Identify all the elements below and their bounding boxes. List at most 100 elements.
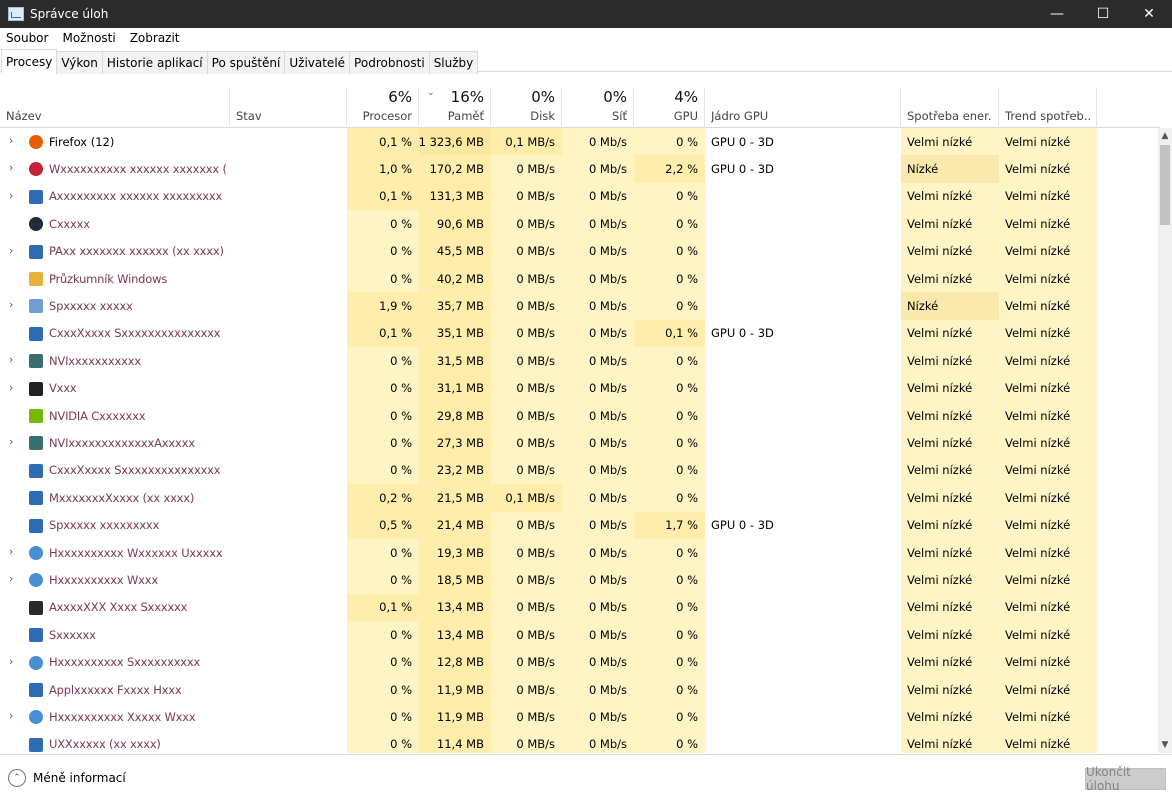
table-row[interactable]: NVIDIA Cxxxxxxx 0 % 29,8 MB 0 MB/s 0 Mb/s 0 %… [0,402,1158,430]
table-row[interactable]: Sxxxxxx 0 % 13,4 MB 0 MB/s 0 Mb/s 0 % Velmi ní… [0,621,1158,649]
table-row[interactable]: CxxxXxxxx Sxxxxxxxxxxxxxxx 0,1 % 35,1 MB 0 … [0,319,1158,348]
cell-net: 0 Mb/s [562,456,634,485]
cell-power: Velmi nízké [901,182,999,211]
table-row[interactable]: › Hxxxxxxxxxx Sxxxxxxxxxx 0 % 12,8 MB 0 MB/s… [0,648,1158,676]
tab-startup[interactable]: Po spuštění [206,51,286,74]
fewer-details-link[interactable]: ⌃ Méně informací [8,769,126,787]
dark-square-icon [29,600,43,615]
vertical-scrollbar[interactable]: ▲ ▼ [1158,128,1172,753]
tab-users[interactable]: Uživatelé [284,51,351,74]
cell-trend: Velmi nízké [999,730,1097,753]
cell-power: Velmi nízké [901,593,999,622]
table-row[interactable]: › NVIxxxxxxxxxxxxxAxxxxx 0 % 27,3 MB 0 MB/s 0… [0,429,1158,457]
terminal-icon [29,381,43,396]
cell-mem: 11,9 MB [419,703,491,731]
chevron-right-icon[interactable]: › [9,135,19,146]
table-row[interactable]: › Hxxxxxxxxxx Xxxxx Wxxx 0 % 11,9 MB 0 MB/s 0… [0,703,1158,731]
column-gpu-engine[interactable]: Jádro GPU [705,88,901,128]
cell-trend: Velmi nízké [999,347,1097,375]
table-row[interactable]: › Spxxxxx xxxxx 1,9 % 35,7 MB 0 MB/s 0 Mb/s 0 … [0,292,1158,320]
column-power-usage-label: Spotřeba ener... [907,109,992,123]
cell-mem: 45,5 MB [419,237,491,265]
menu-file[interactable]: Soubor [6,31,48,45]
scroll-down-icon[interactable]: ▼ [1158,737,1172,753]
column-power-trend[interactable]: Trend spotřeb... [999,88,1097,128]
tab-performance[interactable]: Výkon [56,51,103,74]
column-disk[interactable]: 0% Disk [491,88,562,128]
cell-net: 0 Mb/s [562,265,634,293]
cell-power: Nízké [901,292,999,320]
cell-disk: 0 MB/s [491,511,562,539]
cell-net: 0 Mb/s [562,621,634,649]
chevron-right-icon[interactable]: › [9,245,19,256]
chevron-right-icon[interactable]: › [9,354,19,365]
table-row[interactable]: › Axxxxxxxxx xxxxxx xxxxxxxxx 0,1 % 131,3 M… [0,182,1158,211]
cell-power: Nízké [901,155,999,183]
table-row[interactable]: AxxxxXXX Xxxx Sxxxxxx 0,1 % 13,4 MB 0 MB/s 0… [0,593,1158,622]
column-cpu[interactable]: 6% Procesor [347,88,419,128]
chevron-right-icon[interactable]: › [9,436,19,447]
cell-gpu: 0 % [634,566,705,594]
chevron-right-icon[interactable]: › [9,299,19,310]
process-name: Hxxxxxxxxxx Wxxxxxx Uxxxxx [49,545,223,560]
cell-net: 0 Mb/s [562,155,634,183]
column-power-usage[interactable]: Spotřeba ener... [901,88,999,128]
process-name: Wxxxxxxxxxx xxxxxx xxxxxxx ( [49,162,227,177]
chevron-right-icon[interactable]: › [9,710,19,721]
table-row[interactable]: › Wxxxxxxxxxx xxxxxx xxxxxxx (1,0 % 170,2 … [0,155,1158,183]
table-row[interactable]: › NVIxxxxxxxxxxx 0 % 31,5 MB 0 MB/s 0 Mb/s 0 %… [0,347,1158,375]
table-row[interactable]: › Firefox (12) 0,1 % 1 323,6 MB 0,1 MB/s 0 Mb… [0,128,1158,156]
column-network-label: Síť [611,109,627,123]
table-row[interactable]: MxxxxxxxXxxxx (xx xxxx) 0,2 % 21,5 MB 0,1 M… [0,484,1158,512]
chevron-right-icon[interactable]: › [9,190,19,201]
cell-power: Velmi nízké [901,128,999,156]
cell-power: Velmi nízké [901,237,999,265]
tab-app-history[interactable]: Historie aplikací [101,51,208,74]
tab-processes[interactable]: Procesy [1,49,58,73]
table-row[interactable]: Cxxxxx 0 % 90,6 MB 0 MB/s 0 Mb/s 0 % Velmi níz… [0,210,1158,238]
cell-engine [705,649,901,676]
cell-power: Velmi nízké [901,621,999,649]
cell-mem: 90,6 MB [419,210,491,238]
gear-icon [29,655,43,670]
cell-gpu: 0 % [634,265,705,293]
column-status[interactable]: Stav [230,88,347,128]
column-network[interactable]: 0% Síť [562,88,634,128]
gear-icon [29,573,43,588]
table-row[interactable]: Applxxxxxx Fxxxx Hxxx 0 % 11,9 MB 0 MB/s 0 M… [0,676,1158,704]
column-name[interactable]: Název [0,88,230,128]
table-row[interactable]: CxxxXxxxx Sxxxxxxxxxxxxxxx 0 % 23,2 MB 0 MB… [0,456,1158,485]
maximize-button[interactable]: ☐ [1080,0,1126,28]
close-button[interactable]: ✕ [1126,0,1172,28]
chevron-right-icon[interactable]: › [9,573,19,584]
chevron-right-icon[interactable]: › [9,162,19,173]
table-row[interactable]: › Hxxxxxxxxxx Wxxxxxx Uxxxxx 0 % 19,3 MB 0 M… [0,539,1158,567]
end-task-button[interactable]: Ukončit úlohu [1085,765,1166,793]
cell-cpu: 0,5 % [347,511,419,539]
cell-cpu: 0 % [347,210,419,238]
table-row[interactable]: › Hxxxxxxxxxx Wxxx 0 % 18,5 MB 0 MB/s 0 Mb/s 0… [0,566,1158,594]
column-memory[interactable]: ⌄ 16% Paměť [419,88,491,128]
cell-mem: 27,3 MB [419,429,491,457]
cell-disk: 0 MB/s [491,265,562,293]
table-row[interactable]: › PAxx xxxxxxx xxxxxx (xx xxxx) 0 % 45,5 MB… [0,237,1158,265]
minimize-button[interactable]: — [1034,0,1080,28]
table-row[interactable]: Spxxxxx xxxxxxxxx 0,5 % 21,4 MB 0 MB/s 0 Mb/… [0,511,1158,539]
tab-details[interactable]: Podrobnosti [349,51,430,74]
tab-services[interactable]: Služby [428,51,479,74]
table-row[interactable]: UXXxxxxx (xx xxxx) 0 % 11,4 MB 0 MB/s 0 Mb/s… [0,730,1158,753]
cell-trend: Velmi nízké [999,182,1097,211]
cell-trend: Velmi nízké [999,128,1097,156]
menu-options[interactable]: Možnosti [62,31,115,45]
scroll-up-icon[interactable]: ▲ [1158,128,1172,144]
table-row[interactable]: › Vxxx 0 % 31,1 MB 0 MB/s 0 Mb/s 0 % Velmi nízk… [0,374,1158,402]
cell-gpu: 0,1 % [634,319,705,348]
scrollbar-thumb[interactable] [1160,145,1170,225]
chevron-right-icon[interactable]: › [9,382,19,393]
menu-view[interactable]: Zobrazit [130,31,180,45]
chevron-right-icon[interactable]: › [9,656,19,667]
table-row[interactable]: Průzkumník Windows 0 % 40,2 MB 0 MB/s 0 Mb/s… [0,265,1158,293]
chevron-right-icon[interactable]: › [9,546,19,557]
column-gpu[interactable]: 4% GPU [634,88,705,128]
process-name: Axxxxxxxxx xxxxxx xxxxxxxxx [49,189,223,204]
